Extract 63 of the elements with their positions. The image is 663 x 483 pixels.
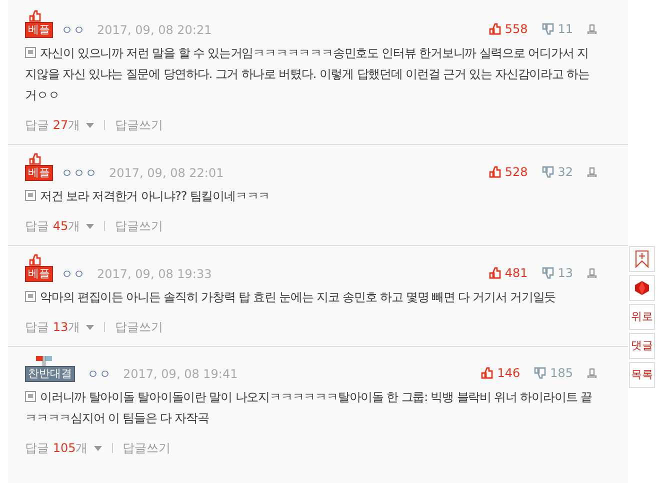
versus-badge: 찬반대결 bbox=[25, 366, 75, 382]
best-comment-badge: 베플 bbox=[25, 266, 53, 282]
thumbs-up-icon bbox=[481, 367, 494, 379]
replies-toggle[interactable]: 답글 45개 bbox=[25, 217, 94, 235]
gem-button[interactable] bbox=[629, 275, 655, 301]
comment-text: 악마의 편집이든 아니든 솔직히 가창력 탑 효린 눈에는 지코 송민호 하고 몇명 빼면 다 거기서 거기일듯 bbox=[25, 287, 611, 308]
comment-text: 저건 보라 저격한거 아니냐?? 팀킬이네ㅋㅋㅋ bbox=[25, 186, 611, 207]
best-comment-badge: 베플 bbox=[25, 22, 53, 38]
like-button[interactable]: 558 bbox=[488, 20, 528, 38]
replies-toggle[interactable]: 답글 13개 bbox=[25, 318, 94, 336]
comment-date: 2017, 09, 08 19:41 bbox=[123, 366, 238, 382]
thumbs-up-icon bbox=[488, 23, 501, 35]
author-name[interactable]: ㅇㅇㅇ bbox=[61, 165, 97, 181]
bookmark-button[interactable] bbox=[629, 246, 655, 272]
thumbs-up-icon bbox=[488, 166, 501, 178]
write-reply-link[interactable]: 답글쓰기 bbox=[115, 318, 164, 336]
flags-icon bbox=[35, 355, 55, 366]
thumbs-up-icon bbox=[488, 267, 501, 279]
like-button[interactable]: 528 bbox=[488, 163, 528, 181]
report-icon[interactable] bbox=[587, 268, 597, 278]
caret-icon bbox=[86, 224, 94, 228]
nav-button[interactable]: 위로 bbox=[629, 304, 655, 330]
comment-text: 자신이 있으니까 저런 말을 할 수 있는거임ㅋㅋㅋㅋㅋㅋㅋ송민호도 인터뷰 한거보니까 실력으로 어디가서 지지않을 자신 있냐는 질문에 당연하다. 그거 하나로 버텼다. 이렇게 답했던데 이런걸 근거 있는 자신감이라고 하는거ㅇㅇ bbox=[25, 45, 590, 104]
like-button[interactable]: 146 bbox=[481, 364, 520, 382]
author-name[interactable]: ㅇㅇ bbox=[87, 366, 111, 382]
thumbs-up-icon bbox=[29, 10, 41, 22]
replies-toggle[interactable]: 답글 27개 bbox=[25, 116, 94, 134]
replies-toggle[interactable]: 답글 105개 bbox=[25, 439, 102, 457]
caret-icon bbox=[86, 122, 94, 128]
write-reply-link[interactable]: 답글쓰기 bbox=[122, 439, 171, 457]
report-icon[interactable] bbox=[587, 24, 597, 34]
like-button[interactable]: 481 bbox=[488, 264, 528, 282]
gem-icon bbox=[634, 280, 650, 296]
caret-icon bbox=[94, 446, 102, 450]
dislike-button[interactable]: 32 bbox=[542, 163, 573, 181]
write-reply-link[interactable]: 답글쓰기 bbox=[115, 217, 164, 235]
document-icon bbox=[25, 190, 36, 201]
thumbs-down-icon bbox=[542, 267, 554, 279]
nav-button[interactable]: 목록 bbox=[629, 362, 655, 388]
author-name[interactable]: ㅇㅇ bbox=[61, 266, 85, 282]
dislike-button[interactable]: 13 bbox=[542, 264, 573, 282]
dislike-button[interactable]: 185 bbox=[534, 364, 573, 382]
document-icon bbox=[25, 291, 36, 302]
document-icon bbox=[25, 47, 36, 58]
thumbs-down-icon bbox=[534, 367, 546, 379]
author-name[interactable]: ㅇㅇ bbox=[61, 22, 85, 38]
nav-button[interactable]: 댓글 bbox=[629, 333, 655, 359]
dislike-button[interactable]: 11 bbox=[542, 20, 573, 38]
comment-date: 2017, 09, 08 19:33 bbox=[97, 266, 212, 282]
comment-date: 2017, 09, 08 20:21 bbox=[97, 22, 212, 38]
report-icon[interactable] bbox=[587, 368, 597, 378]
thumbs-down-icon bbox=[542, 166, 554, 178]
thumbs-up-icon bbox=[29, 153, 41, 165]
thumbs-up-icon bbox=[29, 254, 41, 266]
best-comment-badge: 베플 bbox=[25, 165, 53, 181]
caret-icon bbox=[86, 324, 94, 330]
thumbs-down-icon bbox=[542, 23, 554, 35]
bookmark-icon bbox=[635, 250, 649, 268]
comment-text: 이러니까 탈아이돌 탈아이돌이란 말이 나오지ㅋㅋㅋㅋㅋㅋ탈아이돌 한 그룹: 빅뱅 블락비 위너 하이라이트 끝 ㅋㅋㅋㅋ심지어 이 팀들은 다 자작곡 bbox=[25, 389, 593, 427]
write-reply-link[interactable]: 답글쓰기 bbox=[115, 116, 164, 134]
document-icon bbox=[25, 391, 36, 402]
report-icon[interactable] bbox=[587, 167, 597, 177]
comment-date: 2017, 09, 08 22:01 bbox=[109, 165, 224, 181]
